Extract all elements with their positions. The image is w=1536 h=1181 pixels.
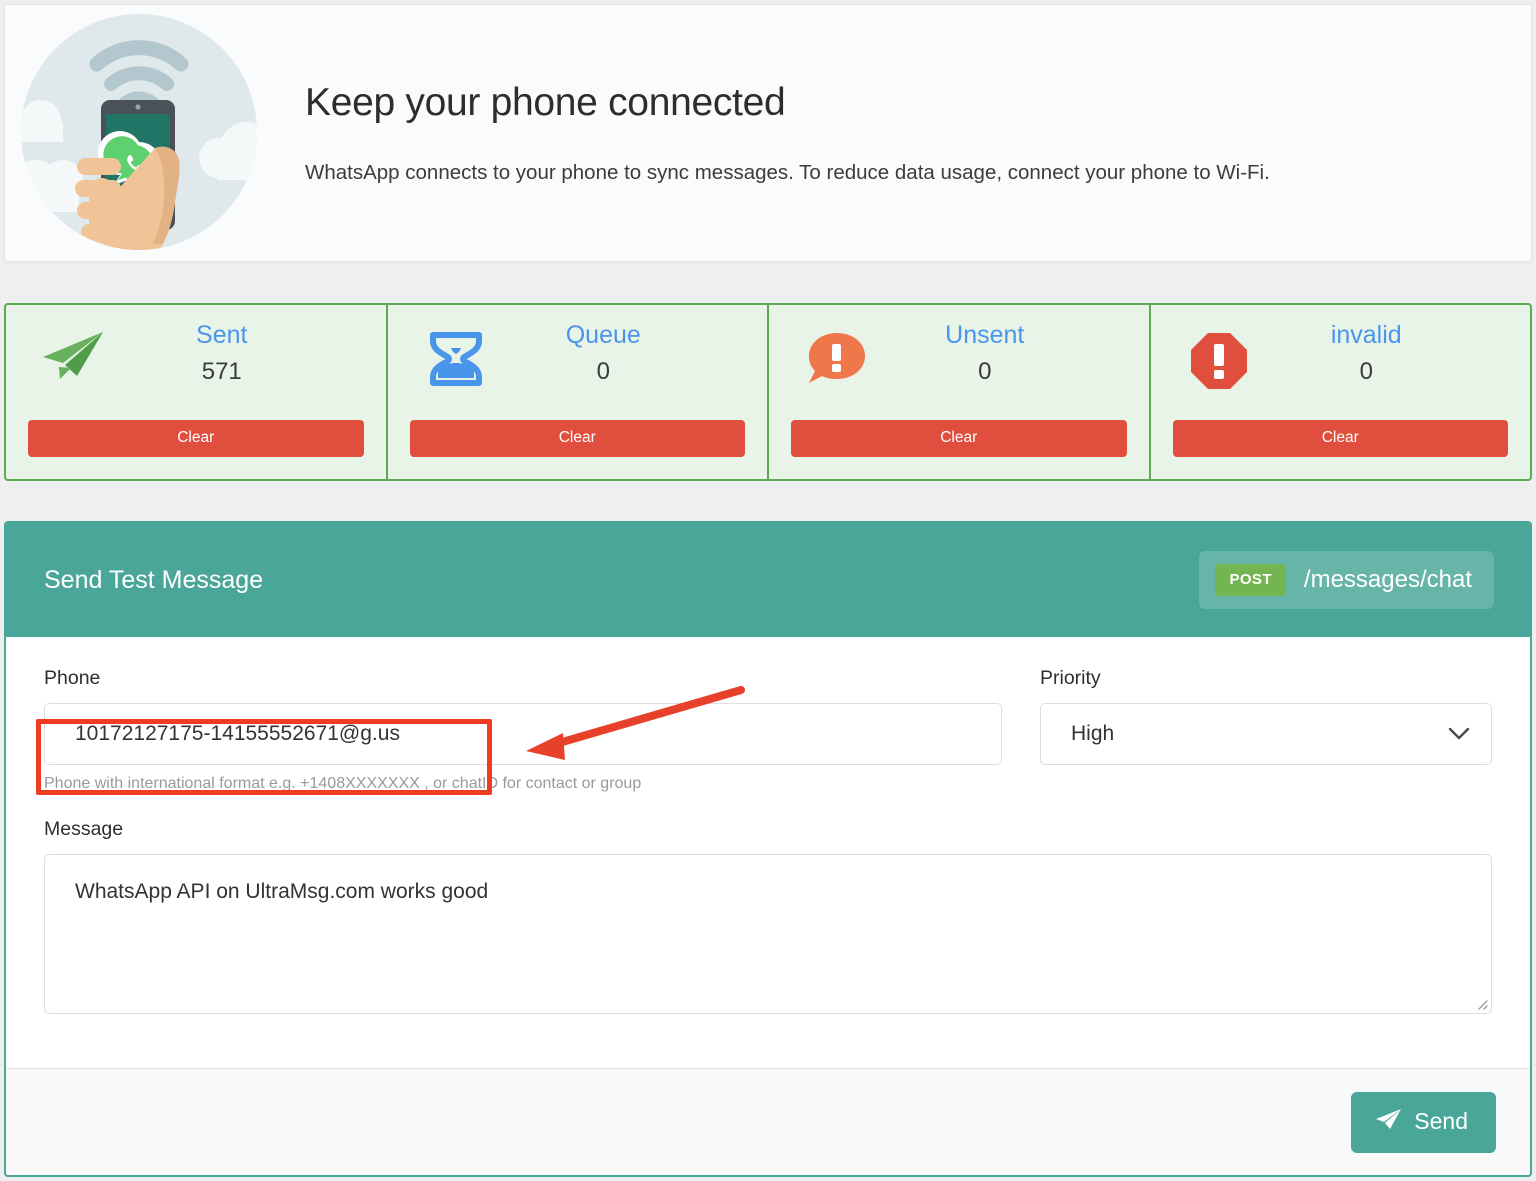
stat-value: 571 <box>201 357 242 385</box>
card-title: Send Test Message <box>44 565 264 594</box>
paper-plane-icon <box>28 321 120 381</box>
stat-card-invalid-top: invalid 0 <box>1173 321 1509 413</box>
stat-card-unsent-meta: Unsent 0 <box>883 321 1127 386</box>
banner-subtitle: WhatsApp connects to your phone to sync … <box>305 160 1270 184</box>
stat-card-sent-top: Sent 571 <box>28 321 364 413</box>
stat-card-sent-meta: Sent 571 <box>120 321 364 386</box>
banner-text-block: Keep your phone connected WhatsApp conne… <box>277 80 1531 186</box>
send-test-message-header: Send Test Message POST /messages/chat <box>6 523 1530 637</box>
stat-label: Queue <box>565 321 641 349</box>
phone-field-group: Phone Phone with international format e.… <box>44 667 1002 793</box>
stat-label: Sent <box>196 321 248 349</box>
page-title: Keep your phone connected <box>305 80 786 124</box>
stat-card-unsent-top: Unsent 0 <box>791 321 1127 413</box>
priority-select[interactable]: High <box>1040 703 1492 765</box>
clear-unsent-button[interactable]: Clear <box>791 420 1127 457</box>
octagon-alert-icon <box>1173 321 1265 391</box>
message-label: Message <box>44 818 124 840</box>
stat-value: 0 <box>1359 357 1373 385</box>
stat-card-unsent: Unsent 0 Clear <box>767 305 1149 479</box>
send-button[interactable]: Send <box>1351 1091 1496 1153</box>
stat-card-queue-top: Queue 0 <box>410 321 746 413</box>
stat-card-invalid: invalid 0 Clear <box>1148 305 1531 479</box>
phone-label: Phone <box>44 667 101 689</box>
api-endpoint-pill: POST /messages/chat <box>1199 551 1494 609</box>
endpoint-path: /messages/chat <box>1303 566 1472 593</box>
send-button-label: Send <box>1414 1108 1468 1134</box>
stat-label: Unsent <box>945 321 1025 349</box>
phone-priority-row: Phone Phone with international format e.… <box>44 667 1492 793</box>
http-method-badge: POST <box>1215 564 1286 596</box>
send-test-message-footer: Send <box>6 1068 1530 1175</box>
paper-plane-icon <box>1375 1108 1402 1136</box>
stat-label: invalid <box>1330 321 1402 349</box>
message-textarea-wrap <box>44 854 1492 1014</box>
priority-label: Priority <box>1040 667 1101 689</box>
clear-sent-button[interactable]: Clear <box>28 420 364 457</box>
stat-card-invalid-meta: invalid 0 <box>1265 321 1509 386</box>
send-test-message-body: Phone Phone with international format e.… <box>6 637 1530 1040</box>
send-test-message-card: Send Test Message POST /messages/chat Ph… <box>4 521 1532 1177</box>
stat-value: 0 <box>596 357 610 385</box>
priority-select-wrap: High <box>1040 703 1492 765</box>
clear-queue-button[interactable]: Clear <box>409 420 745 457</box>
stat-card-queue: Queue 0 Clear <box>385 305 768 479</box>
message-textarea[interactable] <box>44 854 1492 1014</box>
speech-bubble-alert-icon <box>791 321 883 389</box>
phone-in-hand-wifi-whatsapp-illustration <box>5 8 277 258</box>
phone-input[interactable] <box>44 703 1002 765</box>
priority-field-group: Priority High <box>1040 667 1492 793</box>
clear-invalid-button[interactable]: Clear <box>1172 420 1508 457</box>
message-field-group: Message <box>44 818 1492 1040</box>
message-stats-panel: Sent 571 Clear Queue 0 Clear Unsent 0 Cl… <box>4 303 1532 481</box>
phone-help-text: Phone with international format e.g. +14… <box>44 775 642 792</box>
stat-value: 0 <box>978 357 992 385</box>
app-page: Keep your phone connected WhatsApp conne… <box>0 0 1536 1181</box>
stat-card-queue-meta: Queue 0 <box>502 321 746 386</box>
keep-phone-connected-banner: Keep your phone connected WhatsApp conne… <box>4 4 1532 262</box>
hourglass-icon <box>410 321 502 387</box>
stat-card-sent: Sent 571 Clear <box>6 305 386 479</box>
